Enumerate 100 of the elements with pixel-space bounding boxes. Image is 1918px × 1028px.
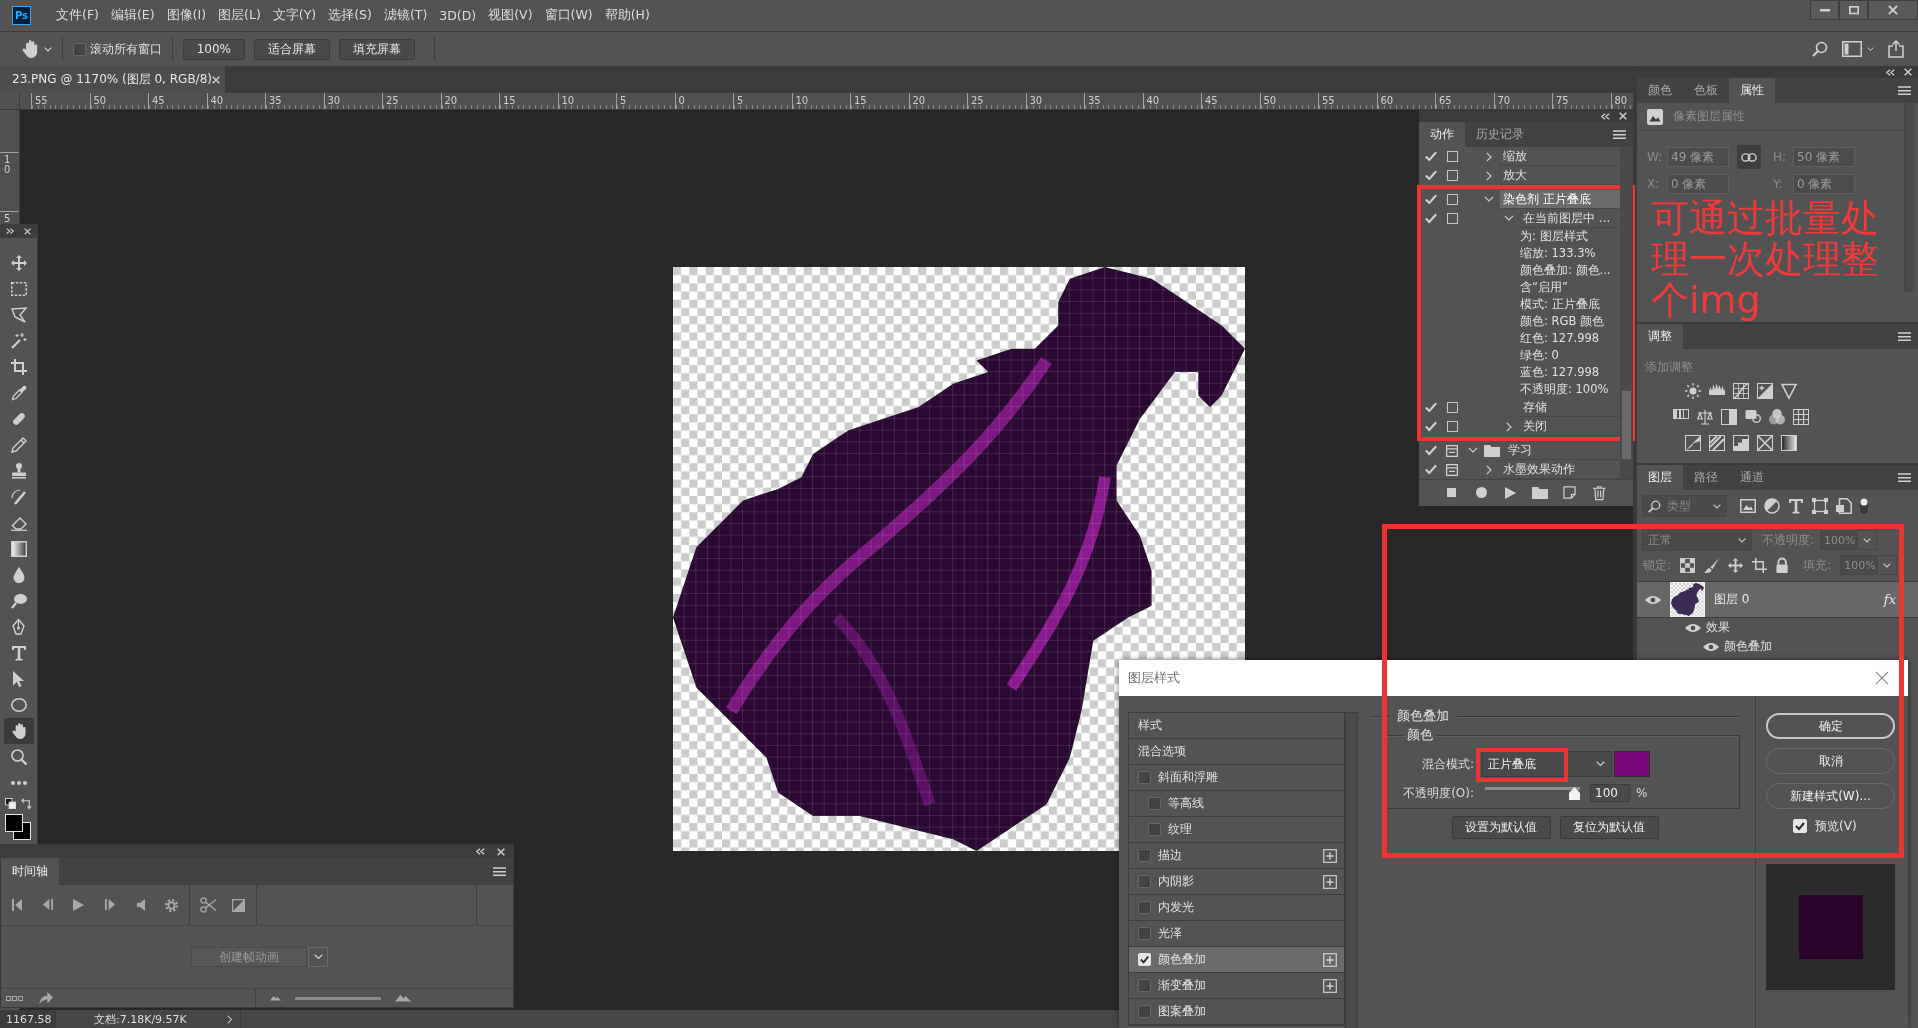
image-icon[interactable] (1740, 499, 1756, 513)
checkbox[interactable] (1138, 927, 1151, 940)
checkmark-icon[interactable] (1425, 445, 1437, 456)
checkbox[interactable] (1138, 875, 1151, 888)
zoom-slider-track[interactable] (295, 996, 381, 1000)
collapse-icon[interactable] (1886, 68, 1895, 76)
menu-icon[interactable] (1898, 331, 1911, 342)
chevron-down-icon[interactable] (1504, 215, 1514, 222)
checkmark-icon[interactable] (1425, 151, 1437, 162)
collapse-icon[interactable] (476, 848, 485, 855)
plus-square-icon[interactable] (1323, 848, 1337, 863)
view-button[interactable]: 填充屏幕 (339, 38, 415, 60)
checkbox[interactable] (1138, 901, 1151, 914)
style-item[interactable]: 纹理 (1129, 817, 1344, 843)
checkbox[interactable] (1138, 1005, 1151, 1018)
diagonal-split-square-icon[interactable] (1685, 435, 1701, 451)
striped-bar-icon[interactable] (1673, 409, 1689, 419)
menu-item[interactable]: 帮助(H) (598, 7, 656, 24)
toggle-switch-icon[interactable] (1860, 498, 1868, 514)
plus-square-icon[interactable] (1323, 952, 1337, 967)
curve-grid-icon[interactable] (1733, 383, 1749, 399)
style-item[interactable]: 光泽 (1129, 921, 1344, 947)
default-button[interactable]: 复位为默认值 (1559, 816, 1659, 839)
folder-icon[interactable] (1532, 486, 1549, 499)
close-icon[interactable] (497, 847, 505, 856)
document-tab[interactable]: 23.PNG @ 1170% (图层 0, RGB/8) (0, 66, 225, 93)
paintbrush-icon[interactable] (1704, 557, 1720, 573)
checkerboard-icon[interactable] (1680, 557, 1696, 573)
minimize-button[interactable] (1810, 0, 1839, 20)
letter-t-icon[interactable] (1788, 498, 1804, 514)
tool-preset-picker[interactable] (22, 37, 52, 61)
checkbox[interactable] (1148, 823, 1161, 836)
swap-arrow-icon[interactable] (21, 798, 32, 809)
half-filled-square-icon[interactable] (1721, 409, 1737, 425)
checkmark-icon[interactable] (1425, 213, 1437, 224)
checkmark-icon[interactable] (1425, 464, 1437, 475)
document-icon[interactable] (1836, 498, 1852, 514)
hand-tool-button[interactable] (3, 718, 34, 744)
menu-item[interactable]: 文字(Y) (266, 7, 323, 24)
checkmark-icon[interactable] (1425, 170, 1437, 181)
slider-thumb[interactable] (1569, 787, 1580, 800)
close-icon[interactable] (1619, 112, 1627, 120)
empty-box-icon[interactable] (1446, 151, 1458, 162)
style-item[interactable]: 渐变叠加 (1129, 973, 1344, 999)
style-item[interactable]: 内阴影 (1129, 869, 1344, 895)
gradient-square-icon[interactable] (1781, 435, 1797, 451)
search-icon[interactable] (1812, 41, 1828, 57)
empty-box-icon[interactable] (1446, 421, 1458, 432)
style-item[interactable]: 图案叠加 (1129, 999, 1344, 1025)
half-circle-icon[interactable] (1764, 498, 1780, 514)
chevron-down-icon[interactable] (1484, 196, 1494, 203)
style-item[interactable]: 混合选项 (1129, 739, 1344, 765)
expand-icon[interactable] (6, 227, 14, 235)
rectangle-ring-icon[interactable] (1745, 409, 1761, 423)
effect-item[interactable]: 效果 (1637, 618, 1918, 637)
checkmark-icon[interactable] (1425, 194, 1437, 205)
histogram-icon[interactable] (1709, 383, 1725, 395)
crop-frame-icon[interactable] (1752, 557, 1768, 573)
curved-arrow-icon[interactable] (39, 991, 53, 1005)
menu-item[interactable]: 3D(D) (433, 8, 483, 23)
eye-icon[interactable] (1685, 622, 1701, 633)
empty-box-icon[interactable] (1446, 194, 1458, 205)
dialog-toggle-icon[interactable] (1446, 463, 1458, 476)
close-icon[interactable] (211, 75, 220, 84)
panel-tab[interactable]: 色板 (1683, 78, 1729, 103)
chevron-right-icon[interactable] (1505, 421, 1513, 432)
fx-label[interactable]: fx (1883, 592, 1896, 607)
default-colors-icon[interactable] (5, 798, 16, 809)
chevron-right-icon[interactable] (226, 1014, 233, 1024)
triangle-icon[interactable] (1781, 383, 1797, 399)
frames-icon[interactable] (6, 995, 23, 1001)
transform-box-icon[interactable] (1812, 498, 1828, 514)
close-icon[interactable] (24, 227, 31, 235)
crossed-square-icon[interactable] (1757, 435, 1773, 451)
panel-tab[interactable]: 通道 (1729, 465, 1775, 490)
view-button[interactable]: 100% (182, 38, 245, 60)
menu-icon[interactable] (1613, 129, 1626, 140)
chevron-down-icon[interactable] (1468, 447, 1478, 454)
menu-item[interactable]: 选择(S) (322, 7, 378, 24)
move-arrows-icon[interactable] (1728, 557, 1744, 573)
panel-tab[interactable]: 属性 (1729, 78, 1775, 103)
workspace-icon[interactable] (1842, 41, 1862, 57)
large-mountain-icon[interactable] (395, 994, 411, 1002)
step-square-icon[interactable] (1733, 435, 1749, 451)
menu-item[interactable]: 图层(L) (212, 7, 267, 24)
checkbox-label[interactable]: 预览(V) (1815, 817, 1857, 835)
panel-tab[interactable]: 路径 (1683, 465, 1729, 490)
plus-square-icon[interactable] (1323, 978, 1337, 993)
style-item[interactable]: 等高线 (1129, 791, 1344, 817)
link-button[interactable] (1737, 145, 1761, 169)
scrollbar-thumb[interactable] (1622, 391, 1631, 459)
effect-item[interactable]: 颜色叠加 (1637, 637, 1918, 656)
checkbox[interactable] (1138, 979, 1151, 992)
menu-icon[interactable] (1898, 85, 1911, 96)
blend-mode-dropdown[interactable]: 正片叠底 (1482, 751, 1612, 777)
style-item[interactable]: 描边 (1129, 843, 1344, 869)
empty-box-icon[interactable] (1446, 402, 1458, 413)
panel-tab[interactable]: 时间轴 (1, 858, 59, 885)
collapse-icon[interactable] (1601, 112, 1610, 120)
panel-tab[interactable]: 历史记录 (1465, 122, 1535, 147)
